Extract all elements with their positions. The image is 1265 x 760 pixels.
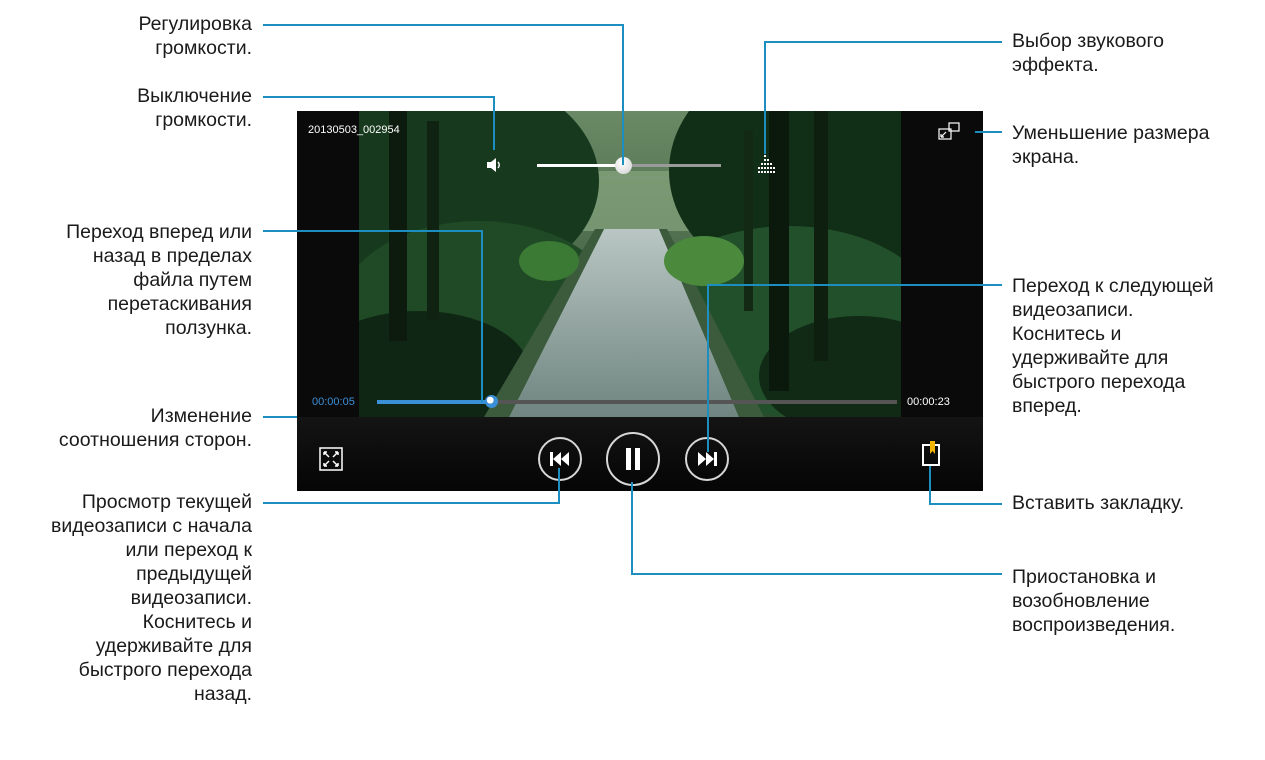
- callout-leader-lines: [263, 24, 1002, 575]
